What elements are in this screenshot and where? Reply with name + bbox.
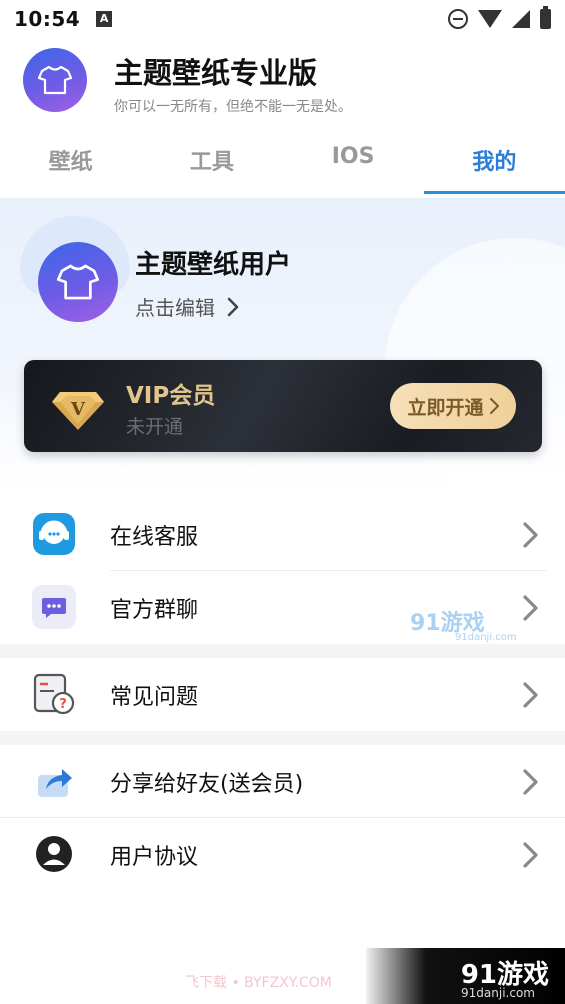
chevron-right-icon: [523, 842, 538, 868]
watermark-bottom-left: 飞下载 • BYFZXY.COM: [185, 975, 332, 991]
share-icon: [32, 759, 76, 803]
watermark-domain: 91danji.com: [455, 632, 517, 643]
chevron-right-icon: [227, 297, 239, 316]
app-title: 主题壁纸专业版: [114, 56, 318, 90]
app-header: 主题壁纸专业版 你可以一无所有，但绝不能一无是处。: [0, 40, 565, 124]
chevron-right-icon: [489, 398, 499, 414]
customer-service-icon: [32, 512, 76, 556]
status-time: 10:54: [14, 7, 81, 31]
menu-item-customer-service[interactable]: 在线客服: [0, 498, 565, 571]
menu-item-share[interactable]: 分享给好友(送会员): [0, 745, 565, 818]
wifi-icon: [478, 10, 502, 28]
chevron-right-icon: [523, 682, 538, 708]
notification-a-icon: A: [96, 11, 113, 27]
chevron-right-icon: [523, 769, 538, 795]
user-name: 主题壁纸用户: [135, 250, 292, 280]
user-avatar[interactable]: [38, 242, 118, 322]
svg-text:?: ?: [59, 697, 67, 712]
tab-tools[interactable]: 工具: [141, 130, 282, 196]
section-gap: [0, 644, 565, 658]
chevron-right-icon: [523, 595, 538, 621]
vip-gem-letter: V: [70, 399, 86, 420]
cell-signal-icon: [512, 10, 530, 28]
vip-status: 未开通: [126, 416, 184, 438]
tab-bar: 壁纸 工具 IOS 我的: [0, 130, 565, 196]
tshirt-icon: [57, 264, 99, 300]
tab-ios[interactable]: IOS: [283, 130, 424, 196]
group-chat-icon: [32, 585, 76, 629]
menu-label: 官方群聊: [110, 597, 199, 623]
watermark-bottom-domain: 91danji.com: [461, 986, 535, 1000]
tab-wallpaper[interactable]: 壁纸: [0, 130, 141, 196]
chevron-right-icon: [523, 522, 538, 548]
activate-vip-button[interactable]: 立即开通: [390, 383, 516, 429]
app-logo: [23, 48, 87, 112]
section-gap: [0, 731, 565, 745]
menu-item-user-agreement[interactable]: 用户协议: [0, 818, 565, 891]
menu-label: 用户协议: [110, 844, 199, 870]
edit-profile-label: 点击编辑: [135, 296, 215, 320]
menu-label: 分享给好友(送会员): [110, 771, 304, 797]
diamond-icon: V: [52, 392, 104, 430]
battery-icon: [540, 6, 551, 29]
menu-section-faq: ? 常见问题: [0, 658, 565, 731]
user-agreement-icon: [32, 832, 76, 876]
faq-icon: ?: [32, 672, 76, 716]
menu-label: 在线客服: [110, 524, 199, 550]
menu-item-faq[interactable]: ? 常见问题: [0, 658, 565, 731]
watermark-bottom-right: 91游戏 91danji.com: [366, 948, 565, 1004]
tab-mine[interactable]: 我的: [423, 130, 565, 196]
vip-card[interactable]: V VIP会员 未开通 立即开通: [24, 360, 542, 452]
status-icons: [448, 6, 551, 29]
menu-label: 常见问题: [110, 684, 199, 710]
status-bar: 10:54 A: [0, 0, 565, 38]
activate-vip-label: 立即开通: [407, 396, 484, 419]
menu-section-more: 分享给好友(送会员) 用户协议: [0, 745, 565, 895]
vip-title: VIP会员: [126, 383, 216, 409]
tshirt-icon: [38, 65, 72, 95]
app-subtitle: 你可以一无所有，但绝不能一无是处。: [114, 99, 352, 115]
edit-profile-link[interactable]: 点击编辑: [135, 292, 239, 321]
do-not-disturb-icon: [448, 9, 468, 29]
